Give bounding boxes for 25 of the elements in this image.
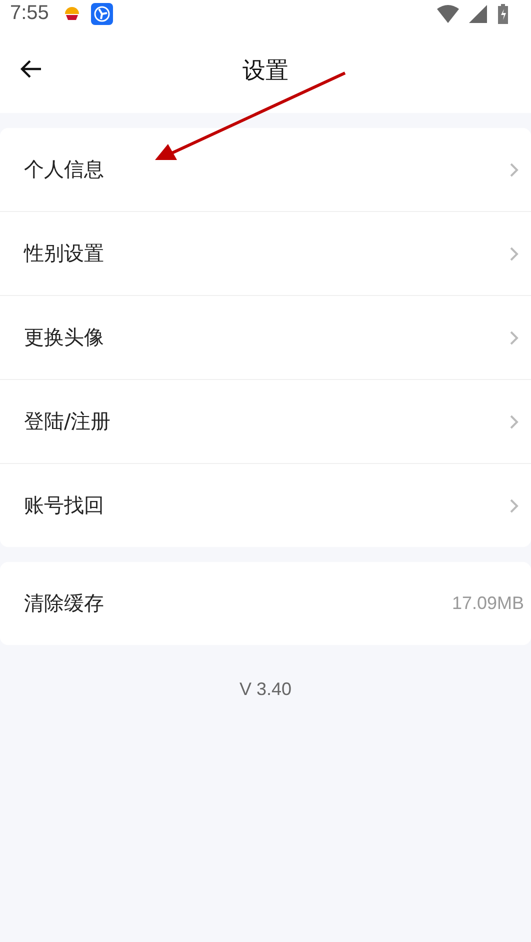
row-label: 登陆/注册: [24, 408, 111, 435]
chevron-right-icon: [510, 162, 519, 176]
page-title: 设置: [242, 56, 288, 86]
chevron-right-icon: [510, 330, 519, 344]
battery-icon: [497, 4, 509, 24]
flower-logo-icon: [62, 6, 81, 22]
chevron-right-icon: [510, 246, 519, 260]
version-text: V 3.40: [239, 679, 292, 699]
wifi-icon: [437, 4, 459, 22]
chevron-right-icon: [510, 498, 519, 512]
signal-icon: [469, 4, 487, 22]
settings-row[interactable]: 性别设置: [0, 212, 531, 296]
fan-app-icon: [90, 2, 113, 24]
row-label: 性别设置: [24, 240, 104, 267]
row-label: 更换头像: [24, 324, 104, 351]
settings-row[interactable]: 更换头像: [0, 296, 531, 380]
row-label: 清除缓存: [24, 590, 104, 617]
clear-cache-row[interactable]: 清除缓存 17.09MB: [0, 562, 531, 645]
row-label: 账号找回: [24, 492, 104, 519]
chevron-right-icon: [510, 414, 519, 428]
settings-row[interactable]: 账号找回: [0, 464, 531, 547]
settings-row[interactable]: 登陆/注册: [0, 380, 531, 464]
row-label: 个人信息: [24, 156, 104, 183]
cache-size: 17.09MB: [452, 593, 524, 614]
status-time: 7:55: [10, 2, 49, 25]
